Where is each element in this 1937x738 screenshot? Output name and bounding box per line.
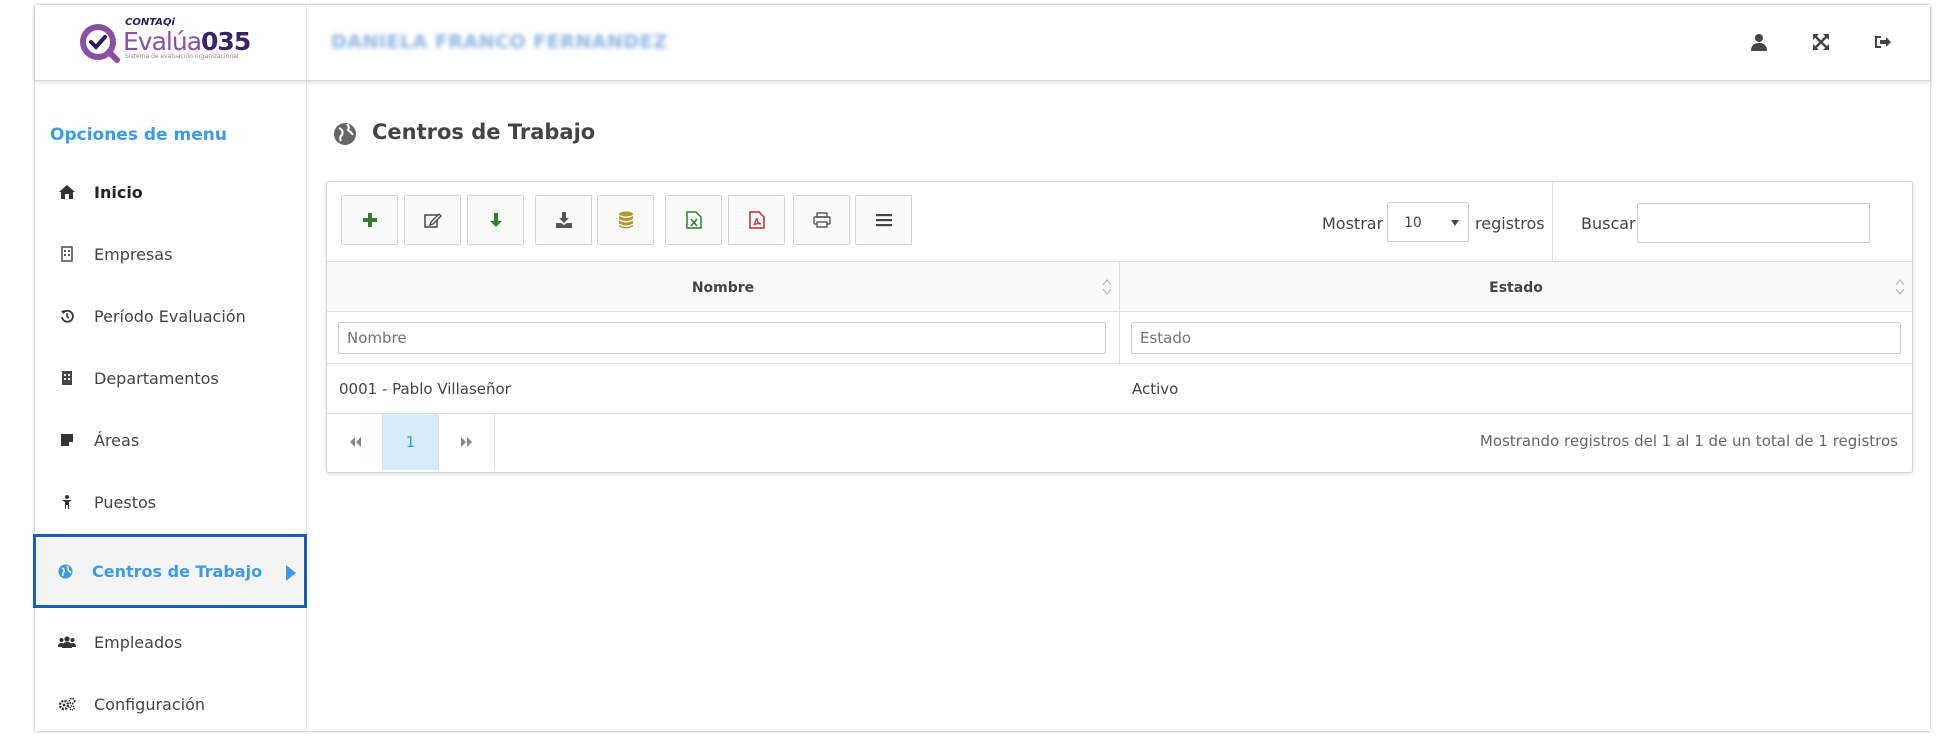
cell-nombre: 0001 - Pablo Villaseñor xyxy=(339,380,511,398)
filter-estado-input[interactable] xyxy=(1131,322,1901,354)
logo-tagline: Sistema de evaluación organizacional xyxy=(125,53,239,60)
top-bar: CONTAQi Evalúa035 Sistema de evaluación … xyxy=(35,5,1930,81)
home-icon xyxy=(56,181,78,203)
export-pdf-button[interactable] xyxy=(728,195,785,245)
sidebar-item-label: Inicio xyxy=(94,182,143,202)
double-chevron-left-icon xyxy=(349,437,361,447)
sticky-note-icon xyxy=(56,429,78,451)
logo-product: Evalúa035 xyxy=(123,27,251,56)
sidebar-item-label: Período Evaluación xyxy=(94,306,246,326)
print-icon xyxy=(812,212,831,228)
cogs-icon xyxy=(56,693,78,715)
first-page-button[interactable] xyxy=(327,414,383,470)
logo[interactable]: CONTAQi Evalúa035 Sistema de evaluación … xyxy=(35,5,307,81)
show-label: Mostrar xyxy=(1322,214,1384,233)
plus-icon xyxy=(362,213,377,227)
toolbar-divider xyxy=(1552,182,1553,261)
filter-nombre-input[interactable] xyxy=(338,322,1106,354)
users-icon xyxy=(56,631,78,653)
sidebar-item-areas[interactable]: Áreas xyxy=(35,415,307,465)
edit-button[interactable] xyxy=(404,195,461,245)
sidebar-item-empleados[interactable]: Empleados xyxy=(35,617,307,667)
page-button-1[interactable]: 1 xyxy=(383,414,439,470)
column-header-estado[interactable]: Estado xyxy=(1120,262,1912,313)
sidebar-item-inicio[interactable]: Inicio xyxy=(35,167,307,217)
excel-icon xyxy=(685,211,702,229)
fullscreen-icon[interactable] xyxy=(1810,31,1832,53)
sidebar-item-label: Áreas xyxy=(94,430,140,450)
logout-icon[interactable] xyxy=(1872,31,1894,53)
edit-icon xyxy=(423,213,442,228)
column-header-nombre[interactable]: Nombre xyxy=(327,262,1119,313)
arrow-down-icon xyxy=(489,213,502,227)
sidebar-item-configuracion[interactable]: Configuración xyxy=(35,679,307,729)
sidebar-item-empresas[interactable]: Empresas xyxy=(35,229,307,279)
cell-estado: Activo xyxy=(1132,380,1179,398)
history-icon xyxy=(56,305,78,327)
table-header: Nombre Estado xyxy=(327,261,1912,365)
sidebar-item-label: Centros de Trabajo xyxy=(92,561,263,581)
last-page-button[interactable] xyxy=(439,414,495,470)
pagination-info: Mostrando registros del 1 al 1 de un tot… xyxy=(1479,432,1898,450)
print-button[interactable] xyxy=(793,195,850,245)
sidebar-item-departamentos[interactable]: Departamentos xyxy=(35,353,307,403)
filter-row xyxy=(327,312,1912,364)
active-caret-icon xyxy=(286,565,296,581)
download-tray-icon xyxy=(555,212,572,228)
double-chevron-right-icon xyxy=(460,437,472,447)
logo-mark-icon xyxy=(80,24,120,63)
export-excel-button[interactable] xyxy=(665,195,722,245)
page-size-value: 10 xyxy=(1404,215,1422,231)
sidebar-title: Opciones de menu xyxy=(50,125,227,145)
import-button[interactable] xyxy=(535,195,592,245)
database-icon xyxy=(618,211,633,229)
table-row[interactable]: 0001 - Pablo Villaseñor Activo xyxy=(327,364,1912,414)
globe-icon xyxy=(54,560,76,582)
sidebar-item-label: Puestos xyxy=(94,492,157,512)
user-icon[interactable] xyxy=(1748,31,1770,53)
sidebar-item-label: Empleados xyxy=(94,632,183,652)
sidebar-item-label: Empresas xyxy=(94,244,173,264)
search-label: Buscar xyxy=(1581,214,1636,233)
download-button[interactable] xyxy=(467,195,524,245)
add-button[interactable] xyxy=(341,195,398,245)
sort-icon xyxy=(1895,278,1905,296)
sidebar-item-periodo-evaluacion[interactable]: Período Evaluación xyxy=(35,291,307,341)
page-title: Centros de Trabajo xyxy=(372,120,596,144)
search-input[interactable] xyxy=(1637,203,1870,243)
pdf-icon xyxy=(748,211,765,229)
globe-icon xyxy=(334,123,356,145)
user-name: DANIELA FRANCO FERNANDEZ xyxy=(331,31,668,53)
page-size-select[interactable]: 10 xyxy=(1387,202,1469,242)
columns-menu-button[interactable] xyxy=(855,195,912,245)
pagination: 1 Mostrando registros del 1 al 1 de un t… xyxy=(327,414,1912,470)
sidebar-item-label: Departamentos xyxy=(94,368,219,388)
database-button[interactable] xyxy=(597,195,654,245)
menu-icon xyxy=(875,214,892,227)
sidebar-item-label: Configuración xyxy=(94,694,206,714)
sidebar: Opciones de menu Inicio Empresas Período… xyxy=(33,81,307,731)
sidebar-item-centros-de-trabajo[interactable]: Centros de Trabajo xyxy=(33,534,307,608)
building-icon xyxy=(56,367,78,389)
building-icon xyxy=(56,243,78,265)
sort-icon xyxy=(1102,278,1112,296)
sidebar-item-puestos[interactable]: Puestos xyxy=(35,477,307,527)
records-label: registros xyxy=(1475,214,1545,233)
person-icon xyxy=(56,491,78,513)
data-table-panel: Mostrar 10 registros Buscar Nombre Estad… xyxy=(326,181,1913,473)
chevron-down-icon xyxy=(1451,220,1459,226)
